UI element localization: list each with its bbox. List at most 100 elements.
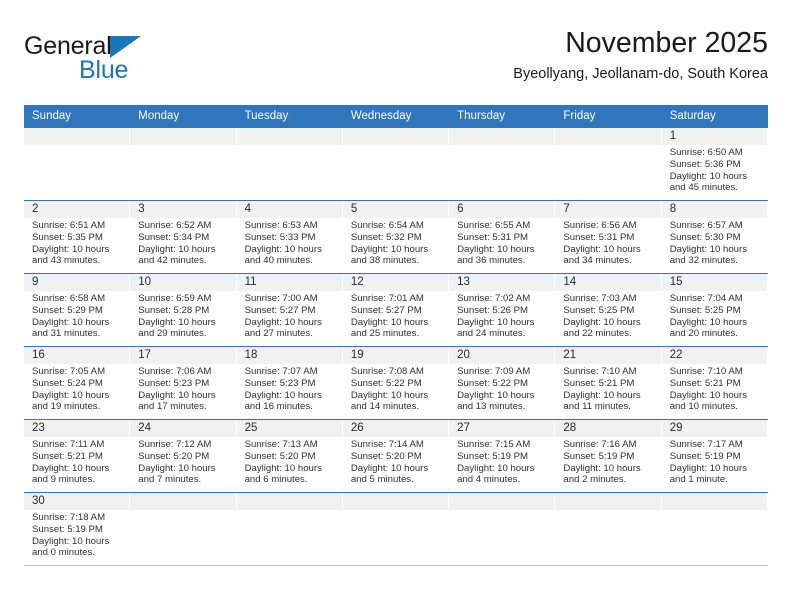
day-cell[interactable]: 20 Sunrise: 7:09 AM Sunset: 5:22 PM Dayligh…: [449, 347, 556, 420]
calendar-grid: Sunday Monday Tuesday Wednesday Thursday…: [24, 105, 768, 567]
day-cell[interactable]: 26 Sunrise: 7:14 AM Sunset: 5:20 PM Dayligh…: [342, 420, 450, 493]
day-cell[interactable]: 16 Sunrise: 7:05 AM Sunset: 5:24 PM Dayligh…: [24, 347, 131, 420]
day-info: Sunrise: 7:10 AM Sunset: 5:21 PM Daylight:…: [662, 364, 768, 412]
day-cell[interactable]: 12 Sunrise: 7:01 AM Sunset: 5:27 PM Dayligh…: [342, 274, 450, 347]
day-cell[interactable]: 15 Sunrise: 7:04 AM Sunset: 5:25 PM Dayligh…: [661, 274, 768, 347]
day-cell[interactable]: 29 Sunrise: 7:17 AM Sunset: 5:19 PM Dayligh…: [661, 420, 768, 493]
day-number: 12: [342, 274, 450, 292]
day-cell[interactable]: 23 Sunrise: 7:11 AM Sunset: 5:21 PM Dayligh…: [24, 420, 131, 493]
day-number: 27: [449, 420, 556, 438]
sunset-text: Sunset: 5:21 PM: [669, 377, 741, 389]
daylight-text-line2: and 29 minutes.: [138, 328, 207, 340]
day-number: 25: [236, 420, 343, 438]
generalblue-logo[interactable]: General Blue: [24, 34, 254, 96]
daylight-text-line2: and 13 minutes.: [457, 401, 526, 413]
day-cell[interactable]: 18 Sunrise: 7:07 AM Sunset: 5:23 PM Dayligh…: [236, 347, 343, 420]
day-cell[interactable]: 3 Sunrise: 6:52 AM Sunset: 5:34 PM Daylight…: [130, 201, 237, 274]
weekday-header-row: Sunday Monday Tuesday Wednesday Thursday…: [24, 105, 768, 129]
day-info: Sunrise: 7:03 AM Sunset: 5:25 PM Daylight:…: [555, 291, 661, 339]
day-number: 15: [661, 274, 768, 292]
sunset-text: Sunset: 5:35 PM: [32, 231, 103, 243]
sunset-text: Sunset: 5:20 PM: [138, 450, 210, 462]
day-number: 17: [130, 347, 237, 365]
day-number: [24, 128, 131, 146]
daylight-text-line1: Daylight: 10 hours: [457, 462, 535, 474]
daylight-text-line2: and 22 minutes.: [563, 328, 632, 340]
day-info: Sunrise: 7:02 AM Sunset: 5:26 PM Daylight:…: [449, 291, 555, 339]
day-cell[interactable]: 14 Sunrise: 7:03 AM Sunset: 5:25 PM Dayligh…: [555, 274, 662, 347]
sunset-text: Sunset: 5:19 PM: [669, 450, 741, 462]
sunset-text: Sunset: 5:30 PM: [669, 231, 741, 243]
day-info: Sunrise: 7:16 AM Sunset: 5:19 PM Daylight:…: [555, 437, 661, 485]
day-cell[interactable]: 24 Sunrise: 7:12 AM Sunset: 5:20 PM Dayligh…: [130, 420, 237, 493]
day-number: 14: [555, 274, 662, 292]
sunrise-text: Sunrise: 6:58 AM: [32, 293, 106, 305]
daylight-text-line2: and 19 minutes.: [32, 401, 101, 413]
day-cell[interactable]: 30 Sunrise: 7:18 AM Sunset: 5:19 PM Dayligh…: [24, 493, 131, 566]
day-cell[interactable]: 22 Sunrise: 7:10 AM Sunset: 5:21 PM Dayligh…: [661, 347, 768, 420]
day-cell: [24, 128, 131, 201]
day-cell: [449, 128, 556, 201]
page-title: November 2025: [565, 27, 768, 59]
day-info: Sunrise: 6:50 AM Sunset: 5:36 PM Daylight:…: [662, 145, 768, 193]
sunrise-text: Sunrise: 7:01 AM: [350, 293, 424, 305]
sunrise-text: Sunrise: 6:55 AM: [457, 220, 531, 232]
day-cell[interactable]: 28 Sunrise: 7:16 AM Sunset: 5:19 PM Dayligh…: [555, 420, 662, 493]
day-info: Sunrise: 6:55 AM Sunset: 5:31 PM Daylight:…: [449, 218, 555, 266]
weekday-header-sunday: Sunday: [32, 110, 72, 122]
day-number: 7: [555, 201, 662, 219]
daylight-text-line2: and 2 minutes.: [563, 474, 627, 486]
sunset-text: Sunset: 5:23 PM: [138, 377, 210, 389]
daylight-text-line2: and 20 minutes.: [669, 328, 738, 340]
daylight-text-line2: and 7 minutes.: [138, 474, 202, 486]
sunset-text: Sunset: 5:19 PM: [32, 523, 103, 535]
day-cell[interactable]: 6 Sunrise: 6:55 AM Sunset: 5:31 PM Daylight…: [449, 201, 556, 274]
day-cell[interactable]: 17 Sunrise: 7:06 AM Sunset: 5:23 PM Dayligh…: [130, 347, 237, 420]
daylight-text-line2: and 32 minutes.: [669, 255, 738, 267]
sunrise-text: Sunrise: 7:08 AM: [350, 366, 424, 378]
daylight-text-line1: Daylight: 10 hours: [244, 243, 322, 255]
day-info: Sunrise: 7:18 AM Sunset: 5:19 PM Daylight:…: [24, 510, 130, 558]
day-number: [236, 128, 343, 146]
day-cell[interactable]: 1 Sunrise: 6:50 AM Sunset: 5:36 PM Daylight…: [661, 128, 768, 201]
day-number: 11: [236, 274, 343, 292]
weekday-header-friday: Friday: [563, 110, 596, 122]
daylight-text-line1: Daylight: 10 hours: [138, 316, 216, 328]
day-cell[interactable]: 7 Sunrise: 6:56 AM Sunset: 5:31 PM Daylight…: [555, 201, 662, 274]
sunset-text: Sunset: 5:20 PM: [350, 450, 422, 462]
day-cell[interactable]: 11 Sunrise: 7:00 AM Sunset: 5:27 PM Dayligh…: [236, 274, 343, 347]
day-number: 9: [24, 274, 131, 292]
day-cell[interactable]: 8 Sunrise: 6:57 AM Sunset: 5:30 PM Daylight…: [661, 201, 768, 274]
sunset-text: Sunset: 5:32 PM: [350, 231, 422, 243]
day-cell[interactable]: 27 Sunrise: 7:15 AM Sunset: 5:19 PM Dayligh…: [449, 420, 556, 493]
day-number: 18: [236, 347, 343, 365]
sunset-text: Sunset: 5:22 PM: [350, 377, 422, 389]
day-info: Sunrise: 7:07 AM Sunset: 5:23 PM Daylight:…: [237, 364, 343, 412]
day-cell[interactable]: 25 Sunrise: 7:13 AM Sunset: 5:20 PM Dayligh…: [236, 420, 343, 493]
day-cell[interactable]: 13 Sunrise: 7:02 AM Sunset: 5:26 PM Dayligh…: [449, 274, 556, 347]
sunrise-text: Sunrise: 7:15 AM: [457, 439, 531, 451]
day-number: [236, 493, 343, 511]
daylight-text-line2: and 38 minutes.: [350, 255, 420, 267]
day-info: Sunrise: 6:57 AM Sunset: 5:30 PM Daylight:…: [662, 218, 768, 266]
day-cell[interactable]: 9 Sunrise: 6:58 AM Sunset: 5:29 PM Daylight…: [24, 274, 131, 347]
day-number: [342, 493, 450, 511]
sunset-text: Sunset: 5:31 PM: [457, 231, 529, 243]
sunrise-text: Sunrise: 6:52 AM: [138, 220, 212, 232]
daylight-text-line1: Daylight: 10 hours: [669, 170, 748, 182]
daylight-text-line2: and 43 minutes.: [32, 255, 101, 267]
daylight-text-line1: Daylight: 10 hours: [244, 462, 322, 474]
daylight-text-line2: and 17 minutes.: [138, 401, 207, 413]
sunrise-text: Sunrise: 6:51 AM: [32, 220, 106, 232]
day-cell[interactable]: 2 Sunrise: 6:51 AM Sunset: 5:35 PM Daylight…: [24, 201, 131, 274]
day-cell[interactable]: 5 Sunrise: 6:54 AM Sunset: 5:32 PM Daylight…: [342, 201, 450, 274]
day-cell[interactable]: 19 Sunrise: 7:08 AM Sunset: 5:22 PM Dayligh…: [342, 347, 450, 420]
weekday-header-wednesday: Wednesday: [350, 110, 412, 122]
day-cell: [661, 493, 768, 566]
day-number: 21: [555, 347, 662, 365]
daylight-text-line2: and 1 minute.: [669, 474, 728, 486]
day-cell[interactable]: 21 Sunrise: 7:10 AM Sunset: 5:21 PM Dayligh…: [555, 347, 662, 420]
sunrise-text: Sunrise: 7:03 AM: [563, 293, 637, 305]
day-cell[interactable]: 10 Sunrise: 6:59 AM Sunset: 5:28 PM Dayligh…: [130, 274, 237, 347]
day-cell[interactable]: 4 Sunrise: 6:53 AM Sunset: 5:33 PM Daylight…: [236, 201, 343, 274]
